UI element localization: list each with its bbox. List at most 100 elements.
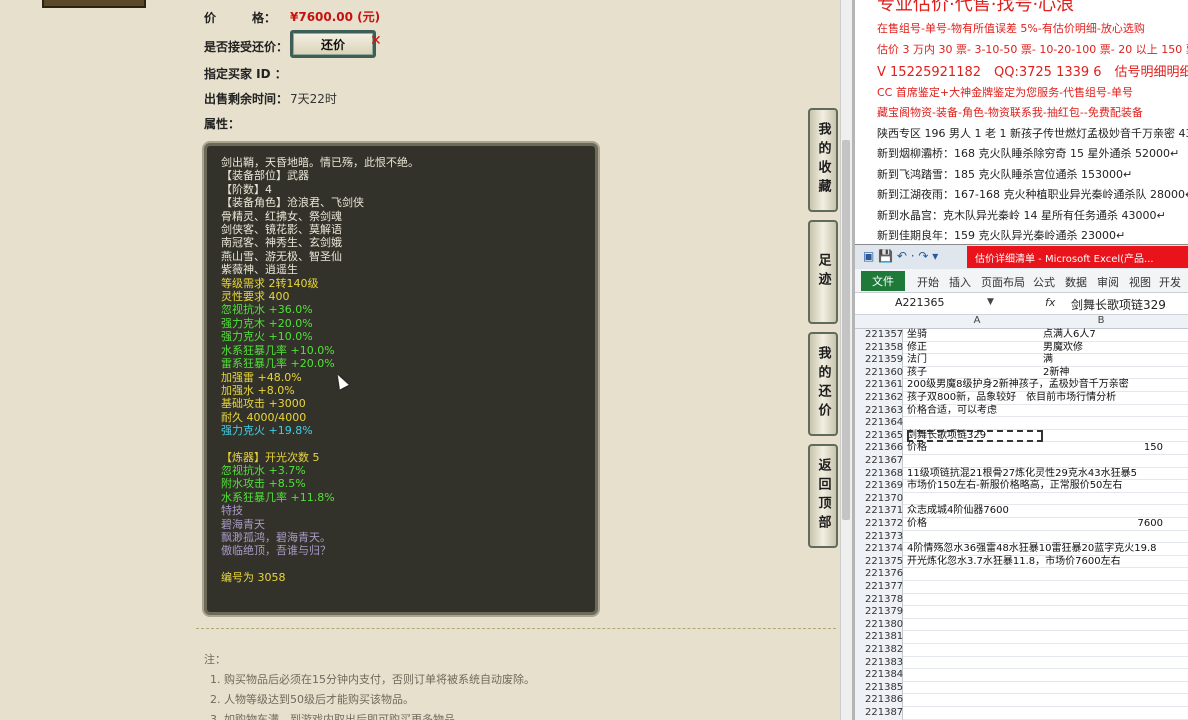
row-number[interactable]: 221362	[855, 392, 903, 405]
row-number[interactable]: 221377	[855, 581, 903, 594]
cell-a[interactable]: 价格	[907, 518, 927, 530]
row-number[interactable]: 221368	[855, 467, 903, 481]
my-bargain-button[interactable]: 我的还价	[808, 332, 838, 436]
name-box[interactable]: A221365	[895, 296, 999, 312]
table-row[interactable]: 221359 法门 满	[855, 354, 1188, 367]
tab-insert[interactable]: 插入	[949, 274, 971, 290]
back-to-top-button[interactable]: 返回顶部	[808, 444, 838, 548]
row-number[interactable]: 221373	[855, 530, 903, 544]
row-number[interactable]: 221361	[855, 379, 903, 392]
footprint-button[interactable]: 足迹	[808, 220, 838, 324]
tab-review[interactable]: 审阅	[1097, 274, 1119, 290]
row-number[interactable]: 221378	[855, 593, 903, 607]
table-row[interactable]: 221364	[855, 417, 1188, 430]
row-number[interactable]: 221383	[855, 656, 903, 670]
table-row[interactable]: 221360 孩子 2新神	[855, 366, 1188, 380]
sheet-grid[interactable]: 221357 坐骑 点满人6人7 221358 修正 男魔欢修 221359 法门满 22136…	[855, 329, 1188, 720]
table-row[interactable]: 221366 价格 150	[855, 442, 1188, 455]
row-number[interactable]: 221384	[855, 669, 903, 682]
row-number[interactable]: 221379	[855, 606, 903, 619]
table-row[interactable]: 221377	[855, 581, 1188, 594]
table-row[interactable]: 221363 价格合适，可以考虑	[855, 404, 1188, 418]
table-row[interactable]: 221367	[855, 455, 1188, 468]
cell-b[interactable]: 男魔欢修	[1043, 342, 1083, 354]
table-row[interactable]: 221383	[855, 656, 1188, 670]
table-row[interactable]: 221376	[855, 568, 1188, 581]
table-row[interactable]: 221368 11级项链抗混21根骨27炼化灵性29克水43水狂暴5	[855, 467, 1188, 481]
row-number[interactable]: 221357	[855, 329, 903, 342]
cell-a[interactable]: 4阶情殇忽水36强雷48水狂暴10雷狂暴20蓝字克火19.8	[907, 543, 1157, 555]
tab-file[interactable]: 文件	[861, 271, 905, 291]
table-row[interactable]: 221384	[855, 669, 1188, 682]
row-number[interactable]: 221366	[855, 442, 903, 455]
column-header-b[interactable]: B	[1091, 315, 1111, 326]
row-number[interactable]: 221376	[855, 568, 903, 581]
row-number[interactable]: 221370	[855, 492, 903, 506]
close-icon[interactable]: ✕	[370, 33, 382, 49]
cell-b[interactable]: 150	[1144, 442, 1163, 454]
cell-b[interactable]: 7600	[1138, 518, 1163, 530]
table-row[interactable]: 221380	[855, 618, 1188, 632]
table-row[interactable]: 221379	[855, 606, 1188, 619]
cell-a[interactable]: 孩子双800新，品象较好 依目前市场行情分析	[907, 392, 1116, 404]
table-row[interactable]: 221382	[855, 644, 1188, 657]
row-number[interactable]: 221360	[855, 366, 903, 380]
row-number[interactable]: 221386	[855, 694, 903, 707]
formula-input[interactable]: 剑舞长歌项链329	[1071, 296, 1166, 313]
table-row[interactable]: 221365 剑舞长歌项链329	[855, 429, 1188, 443]
row-number[interactable]: 221375	[855, 555, 903, 569]
cell-b[interactable]: 2新神	[1043, 367, 1069, 379]
table-row[interactable]: 221372 价格 7600	[855, 518, 1188, 531]
chevron-down-icon[interactable]: ▼	[987, 297, 994, 307]
row-number[interactable]: 221385	[855, 681, 903, 695]
row-number[interactable]: 221387	[855, 707, 903, 720]
cell-a[interactable]: 坐骑	[907, 329, 927, 341]
cell-a[interactable]: 价格	[907, 442, 927, 454]
table-row[interactable]: 221370	[855, 492, 1188, 506]
table-row[interactable]: 221371 众志成城4阶仙器7600	[855, 505, 1188, 518]
page-scrollbar-thumb[interactable]	[842, 140, 850, 520]
cell-a[interactable]: 价格合适，可以考虑	[907, 405, 997, 417]
row-number[interactable]: 221358	[855, 341, 903, 355]
table-row[interactable]: 221369 市场价150左右-新服价格略高，正常服价50左右	[855, 480, 1188, 493]
tab-page-layout[interactable]: 页面布局	[981, 274, 1025, 290]
tab-home[interactable]: 开始	[917, 274, 939, 290]
cell-a[interactable]: 法门	[907, 354, 927, 366]
cell-a[interactable]: 修正	[907, 342, 927, 354]
row-number[interactable]: 221363	[855, 404, 903, 418]
column-header-a[interactable]: A	[967, 315, 987, 326]
tab-view[interactable]: 视图	[1129, 274, 1151, 290]
table-row[interactable]: 221358 修正 男魔欢修	[855, 341, 1188, 355]
table-row[interactable]: 221374 4阶情殇忽水36强雷48水狂暴10雷狂暴20蓝字克火19.8	[855, 543, 1188, 556]
row-number[interactable]: 221367	[855, 455, 903, 468]
table-row[interactable]: 221386	[855, 694, 1188, 707]
cell-b[interactable]: 满	[1043, 354, 1053, 366]
tab-data[interactable]: 数据	[1065, 274, 1087, 290]
row-number[interactable]: 221359	[855, 354, 903, 367]
cell-a[interactable]: 孩子	[907, 367, 927, 379]
cell-a[interactable]: 市场价150左右-新服价格略高，正常服价50左右	[907, 480, 1122, 492]
bargain-button[interactable]: 还价	[290, 30, 376, 58]
row-number[interactable]: 221365	[855, 429, 903, 443]
item-thumbnail[interactable]	[42, 0, 146, 8]
cell-a[interactable]: 11级项链抗混21根骨27炼化灵性29克水43水狂暴5	[907, 468, 1137, 480]
row-number[interactable]: 221372	[855, 518, 903, 531]
table-row[interactable]: 221373	[855, 530, 1188, 544]
table-row[interactable]: 221362 孩子双800新，品象较好 依目前市场行情分析	[855, 392, 1188, 405]
row-number[interactable]: 221374	[855, 543, 903, 556]
row-number[interactable]: 221371	[855, 505, 903, 518]
table-row[interactable]: 221385	[855, 681, 1188, 695]
row-number[interactable]: 221364	[855, 417, 903, 430]
table-row[interactable]: 221387	[855, 707, 1188, 720]
cell-a[interactable]: 开光炼化忽水3.7水狂暴11.8，市场价7600左右	[907, 556, 1121, 568]
table-row[interactable]: 221357 坐骑 点满人6人7	[855, 329, 1188, 342]
table-row[interactable]: 221375 开光炼化忽水3.7水狂暴11.8，市场价7600左右	[855, 555, 1188, 569]
table-row[interactable]: 221361 200级男魔8级护身2新神孩子，孟极妙音千万亲密	[855, 379, 1188, 392]
fx-icon[interactable]: fx	[1045, 296, 1055, 309]
my-favorites-button[interactable]: 我的收藏	[808, 108, 838, 212]
row-number[interactable]: 221369	[855, 480, 903, 493]
row-number[interactable]: 221380	[855, 618, 903, 632]
cell-a[interactable]: 众志成城4阶仙器7600	[907, 505, 1009, 517]
tab-formulas[interactable]: 公式	[1033, 274, 1055, 290]
cell-a[interactable]: 200级男魔8级护身2新神孩子，孟极妙音千万亲密	[907, 379, 1129, 391]
